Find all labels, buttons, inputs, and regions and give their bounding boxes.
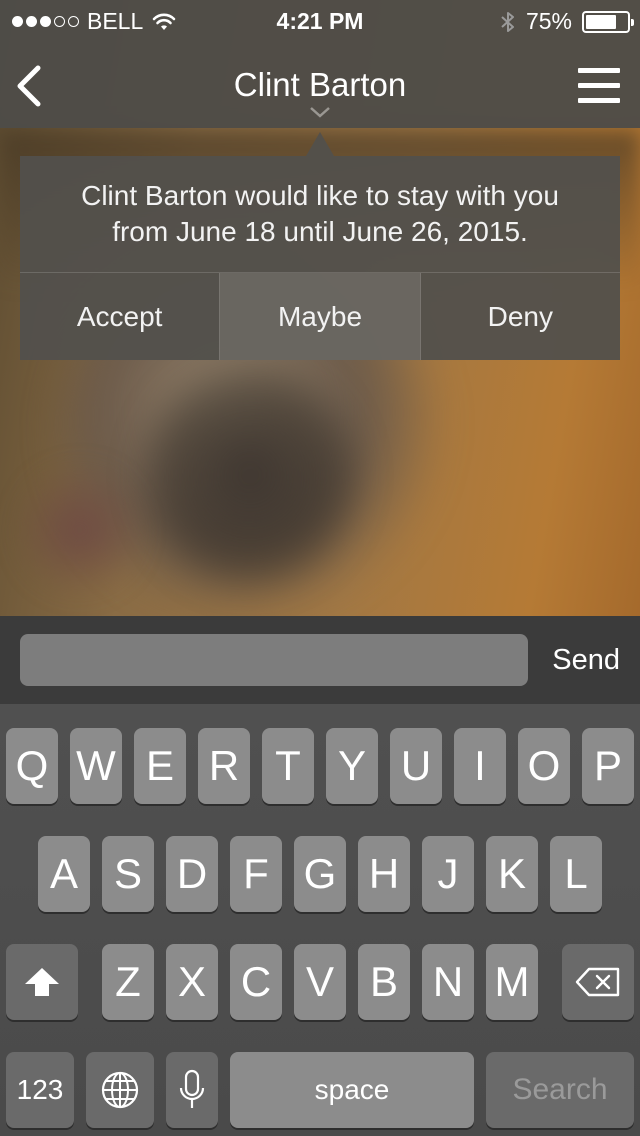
- key-o[interactable]: O: [518, 728, 570, 804]
- key-y[interactable]: Y: [326, 728, 378, 804]
- popover-arrow: [306, 132, 334, 156]
- key-u[interactable]: U: [390, 728, 442, 804]
- accept-button[interactable]: Accept: [20, 273, 219, 360]
- key-i[interactable]: I: [454, 728, 506, 804]
- key-g[interactable]: G: [294, 836, 346, 912]
- chevron-down-icon[interactable]: [309, 105, 331, 119]
- numbers-key[interactable]: 123: [6, 1052, 74, 1128]
- key-b[interactable]: B: [358, 944, 410, 1020]
- key-a[interactable]: A: [38, 836, 90, 912]
- shift-key[interactable]: [6, 944, 78, 1020]
- message-input[interactable]: [20, 634, 528, 686]
- battery-percent: 75%: [525, 8, 572, 34]
- key-j[interactable]: J: [422, 836, 474, 912]
- send-button[interactable]: Send: [552, 644, 620, 677]
- key-f[interactable]: F: [230, 836, 282, 912]
- battery-icon: [582, 10, 634, 33]
- key-p[interactable]: P: [582, 728, 634, 804]
- deny-button[interactable]: Deny: [421, 273, 620, 360]
- key-d[interactable]: D: [166, 836, 218, 912]
- microphone-icon: [179, 1069, 205, 1108]
- keyboard: 123 space Search QWERTYUIOP ASDFGHJKL ZXCV…: [0, 704, 640, 1136]
- shift-arrow-icon: [25, 968, 59, 996]
- key-t[interactable]: T: [262, 728, 314, 804]
- key-r[interactable]: R: [198, 728, 250, 804]
- search-key[interactable]: Search: [486, 1052, 634, 1128]
- backspace-icon: [575, 967, 620, 997]
- dictation-key[interactable]: [166, 1052, 218, 1128]
- menu-icon[interactable]: [578, 68, 620, 104]
- key-l[interactable]: L: [550, 836, 602, 912]
- key-c[interactable]: C: [230, 944, 282, 1020]
- globe-key[interactable]: [86, 1052, 154, 1128]
- conversation-title[interactable]: Clint Barton: [0, 66, 640, 104]
- key-n[interactable]: N: [422, 944, 474, 1020]
- key-w[interactable]: W: [70, 728, 122, 804]
- key-h[interactable]: H: [358, 836, 410, 912]
- navigation-bar: BELL 4:21 PM 75% Clint Barton: [0, 0, 640, 128]
- stay-request-popover: Clint Barton would like to stay with you…: [20, 156, 620, 360]
- delete-key[interactable]: [562, 944, 634, 1020]
- bluetooth-icon: [501, 11, 514, 32]
- maybe-button[interactable]: Maybe: [219, 273, 421, 360]
- globe-icon: [101, 1071, 139, 1109]
- key-s[interactable]: S: [102, 836, 154, 912]
- space-key[interactable]: space: [230, 1052, 474, 1128]
- key-z[interactable]: Z: [102, 944, 154, 1020]
- message-composer: Send: [0, 616, 640, 704]
- key-v[interactable]: V: [294, 944, 346, 1020]
- key-q[interactable]: Q: [6, 728, 58, 804]
- stay-request-message: Clint Barton would like to stay with you…: [81, 180, 559, 247]
- key-x[interactable]: X: [166, 944, 218, 1020]
- key-e[interactable]: E: [134, 728, 186, 804]
- key-m[interactable]: M: [486, 944, 538, 1020]
- status-bar: BELL 4:21 PM 75%: [0, 0, 640, 40]
- key-k[interactable]: K: [486, 836, 538, 912]
